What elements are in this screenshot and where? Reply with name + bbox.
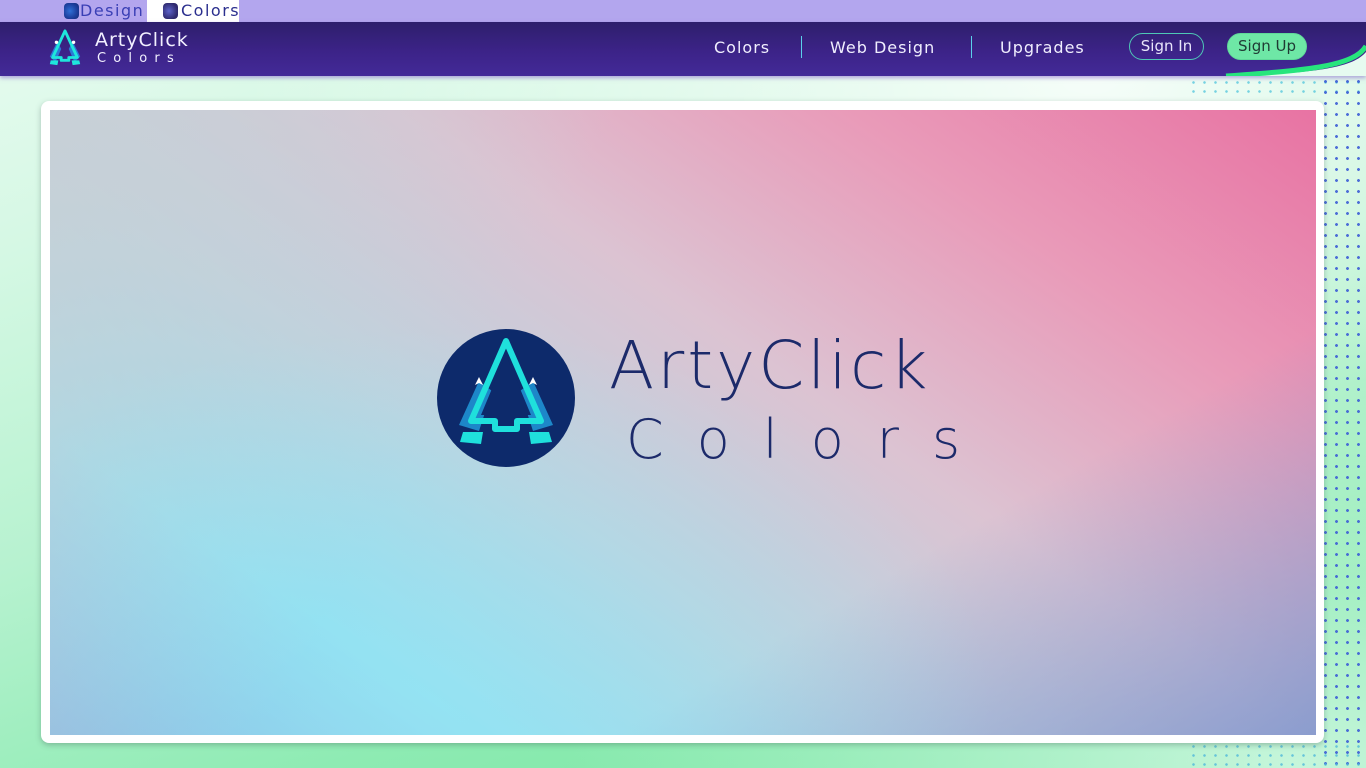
dot-pattern-bottom <box>1188 742 1366 768</box>
sign-up-button[interactable]: Sign Up <box>1227 33 1307 60</box>
tab-design-label: Design <box>80 1 145 20</box>
hero-title: ArtyClick <box>609 327 931 404</box>
tab-colors-label: Colors <box>181 1 241 20</box>
tab-strip: Design Colors <box>0 0 1366 22</box>
sign-in-button[interactable]: Sign In <box>1129 33 1204 60</box>
tab-design[interactable]: Design <box>62 0 147 22</box>
nav-divider <box>801 36 802 58</box>
artyclick-icon <box>64 3 79 19</box>
artyclick-icon <box>163 3 178 19</box>
artyclick-hero-logo-icon <box>437 329 575 467</box>
nav-web-design[interactable]: Web Design <box>830 38 935 57</box>
hero-subtitle: Colors <box>626 408 994 471</box>
nav-upgrades[interactable]: Upgrades <box>1000 38 1085 57</box>
nav-divider <box>971 36 972 58</box>
tab-colors[interactable]: Colors <box>147 0 239 22</box>
nav-colors[interactable]: Colors <box>714 38 770 57</box>
dot-pattern-right <box>1320 76 1366 768</box>
